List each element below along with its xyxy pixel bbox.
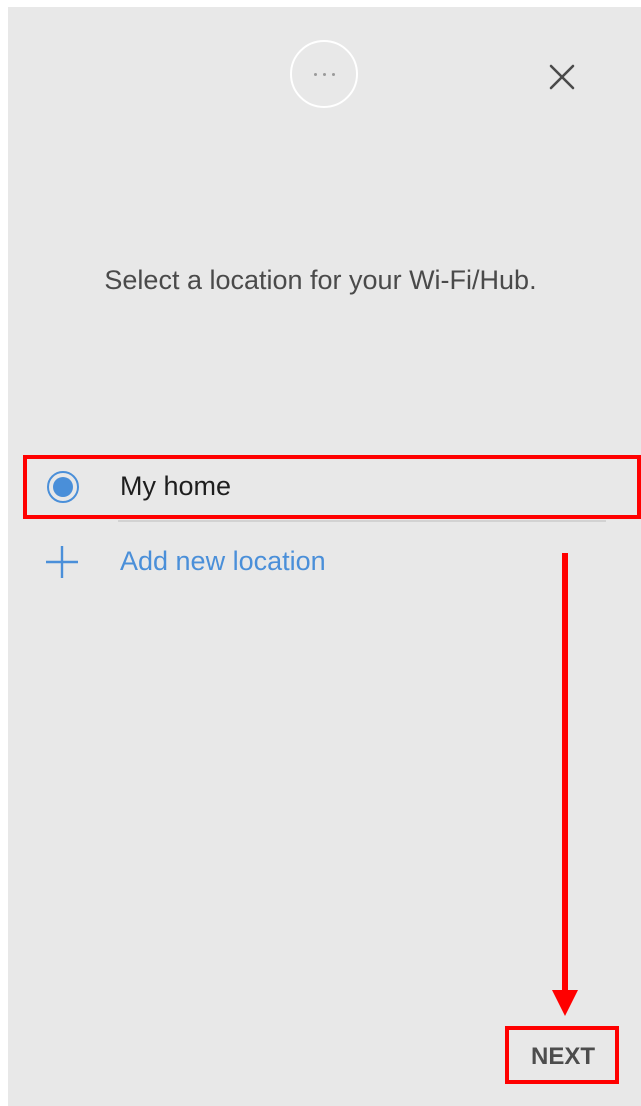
close-icon xyxy=(549,64,575,90)
location-item-my-home[interactable]: My home xyxy=(23,455,641,519)
add-new-location-button[interactable]: Add new location xyxy=(44,540,404,584)
location-radio-selected[interactable] xyxy=(47,471,79,503)
add-new-location-label: Add new location xyxy=(120,546,326,576)
plus-icon xyxy=(46,546,78,578)
annotation-arrow-line xyxy=(562,553,568,993)
radio-dot xyxy=(53,477,73,497)
more-horizontal-icon xyxy=(313,72,335,76)
instruction-text: Select a location for your Wi-Fi/Hub. xyxy=(104,265,537,295)
location-label: My home xyxy=(120,471,232,501)
screen: Select a location for your Wi-Fi/Hub. My… xyxy=(0,0,641,1106)
annotation-arrow-head-icon xyxy=(552,990,578,1016)
next-button[interactable]: NEXT xyxy=(510,1032,616,1082)
list-divider xyxy=(118,520,606,522)
more-options-button[interactable] xyxy=(290,40,358,108)
close-button[interactable] xyxy=(546,61,578,93)
